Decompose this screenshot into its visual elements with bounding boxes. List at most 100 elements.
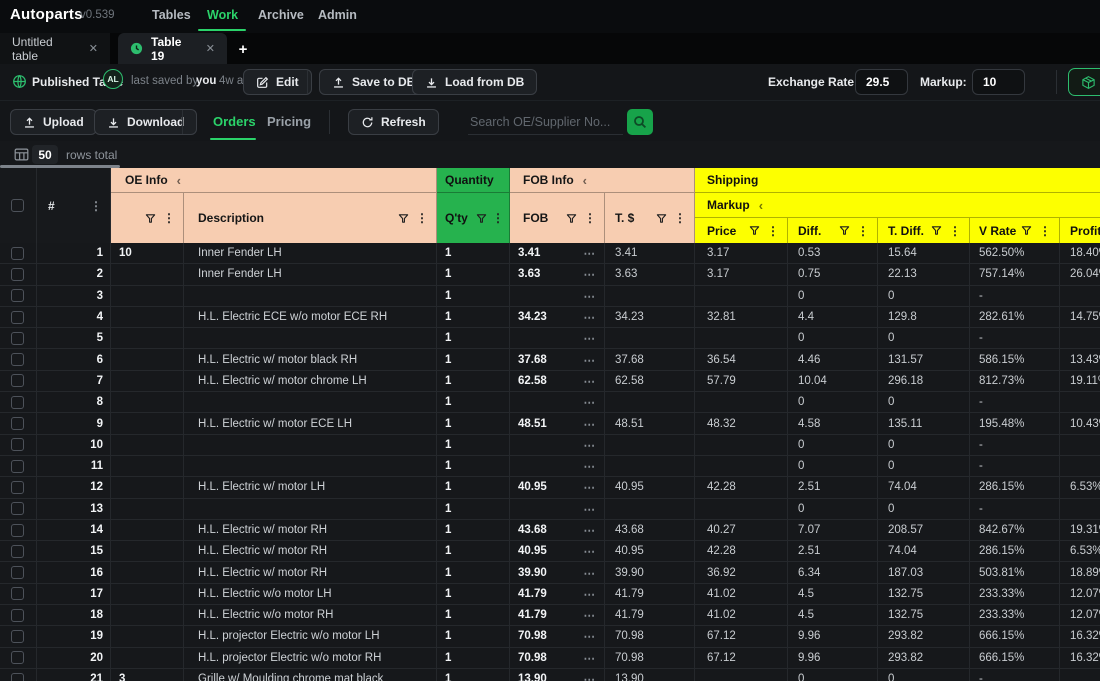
cell-tdiff[interactable]: 0 [878, 434, 970, 455]
cell-fob[interactable]: ⋯ [510, 285, 605, 306]
row-checkbox[interactable] [11, 374, 24, 388]
cell-profit[interactable] [1060, 456, 1100, 476]
cell-oe[interactable]: 3 [111, 668, 184, 681]
cell-vrate[interactable]: 233.33% [970, 583, 1060, 605]
cell-ts[interactable] [605, 285, 695, 306]
column-menu-icon[interactable]: ⋮ [767, 224, 779, 238]
cell-n[interactable]: 4 [37, 306, 111, 328]
cell-oe[interactable] [111, 477, 184, 498]
cell-desc[interactable]: Inner Fender LH [184, 264, 437, 285]
cell-diff[interactable]: 4.5 [788, 583, 878, 605]
cell-n[interactable]: 10 [37, 434, 111, 455]
select-all-checkbox[interactable] [11, 199, 24, 212]
cell-price[interactable]: 57.79 [695, 370, 788, 392]
cell-qty[interactable]: 1 [437, 668, 510, 681]
column-header-t-dollar[interactable]: T. $ ⋮ [605, 193, 695, 243]
row-checkbox[interactable] [11, 395, 24, 409]
row-checkbox[interactable] [11, 246, 24, 260]
collapse-group-icon[interactable]: ‹ [583, 173, 587, 188]
cell-ts[interactable] [605, 328, 695, 349]
cell-qty[interactable]: 1 [437, 605, 510, 626]
cell-vrate[interactable]: 503.81% [970, 562, 1060, 583]
row-actions-ellipsis[interactable]: ⋯ [584, 459, 605, 473]
cell-profit[interactable] [1060, 328, 1100, 348]
cell-n[interactable]: 6 [37, 349, 111, 370]
cell-qty[interactable]: 1 [437, 306, 510, 328]
row-checkbox[interactable] [11, 502, 24, 516]
row-actions-ellipsis[interactable]: ⋯ [584, 608, 605, 622]
cell-ts[interactable]: 40.95 [605, 477, 695, 498]
cell-oe[interactable] [111, 413, 184, 434]
cell-tdiff[interactable]: 0 [878, 285, 970, 306]
column-menu-icon[interactable]: ⋮ [1039, 224, 1051, 238]
cell-ts[interactable]: 41.79 [605, 605, 695, 626]
group-header-markup[interactable]: Markup ‹ [695, 193, 1100, 218]
filter-icon[interactable] [145, 213, 156, 224]
cell-tdiff[interactable]: 74.04 [878, 477, 970, 498]
cell-price[interactable]: 36.54 [695, 349, 788, 370]
cell-fob[interactable]: ⋯ [510, 434, 605, 455]
cell-ts[interactable]: 40.95 [605, 541, 695, 562]
cell-qty[interactable]: 1 [437, 434, 510, 455]
cell-price[interactable] [695, 498, 788, 519]
cell-tdiff[interactable]: 74.04 [878, 541, 970, 562]
cell-vrate[interactable]: - [970, 455, 1060, 477]
row-actions-ellipsis[interactable]: ⋯ [584, 544, 605, 558]
cell-fob[interactable]: ⋯ [510, 392, 605, 413]
cell-ts[interactable]: 3.63 [605, 264, 695, 285]
cell-oe[interactable] [111, 306, 184, 328]
cell-fob[interactable]: 40.95 ⋯ [510, 541, 605, 562]
cell-fob[interactable]: 70.98 ⋯ [510, 647, 605, 668]
cell-vrate[interactable]: 842.67% [970, 519, 1060, 541]
cell-n[interactable]: 13 [37, 498, 111, 519]
cell-fob[interactable]: 70.98 ⋯ [510, 626, 605, 647]
cell-vrate[interactable]: 586.15% [970, 349, 1060, 370]
row-actions-ellipsis[interactable]: ⋯ [584, 480, 605, 494]
column-menu-icon[interactable]: ⋮ [584, 211, 596, 225]
cell-diff[interactable]: 9.96 [788, 626, 878, 647]
cell-desc[interactable] [184, 392, 437, 413]
row-actions-ellipsis[interactable]: ⋯ [584, 523, 605, 537]
cell-n[interactable]: 11 [37, 455, 111, 477]
cell-vrate[interactable]: - [970, 434, 1060, 455]
row-actions-ellipsis[interactable]: ⋯ [584, 310, 605, 324]
cell-price[interactable] [695, 455, 788, 477]
cell-oe[interactable] [111, 434, 184, 455]
cell-diff[interactable]: 0 [788, 498, 878, 519]
row-checkbox[interactable] [11, 566, 24, 580]
row-actions-ellipsis[interactable]: ⋯ [584, 502, 605, 516]
cell-fob[interactable]: 3.41 ⋯ [510, 243, 605, 264]
cell-desc[interactable]: H.L. Electric w/ motor RH [184, 541, 437, 562]
close-icon[interactable]: ✕ [89, 42, 98, 55]
cell-price[interactable] [695, 392, 788, 413]
cell-price[interactable]: 41.02 [695, 605, 788, 626]
cell-fob[interactable]: ⋯ [510, 455, 605, 477]
column-header-oe-number[interactable]: ⋮ [111, 193, 184, 243]
cell-desc[interactable]: H.L. Electric w/ motor black RH [184, 349, 437, 370]
column-menu-icon[interactable]: ⋮ [492, 211, 504, 225]
cell-n[interactable]: 7 [37, 370, 111, 392]
cell-oe[interactable] [111, 285, 184, 306]
cell-qty[interactable]: 1 [437, 413, 510, 434]
cell-n[interactable]: 19 [37, 626, 111, 647]
cell-desc[interactable] [184, 285, 437, 306]
cell-oe[interactable] [111, 349, 184, 370]
column-header-price[interactable]: Price ⋮ [695, 218, 788, 243]
cell-profit[interactable]: 26.04% [1060, 264, 1100, 284]
filter-icon[interactable] [1021, 225, 1032, 236]
edit-button[interactable]: Edit [243, 69, 312, 95]
cell-n[interactable]: 5 [37, 328, 111, 349]
group-header-shipping[interactable]: Shipping [695, 168, 1100, 193]
cell-vrate[interactable]: 286.15% [970, 477, 1060, 498]
exchange-rate-input[interactable] [855, 69, 908, 95]
tab-pricing[interactable]: Pricing [267, 114, 311, 129]
cell-diff[interactable]: 0 [788, 668, 878, 681]
cell-profit[interactable]: 10.43% [1060, 413, 1100, 433]
cell-desc[interactable] [184, 498, 437, 519]
cell-vrate[interactable]: 562.50% [970, 243, 1060, 264]
cell-qty[interactable]: 1 [437, 562, 510, 583]
cell-desc[interactable]: Grille w/ Moulding chrome mat black [184, 668, 437, 681]
cell-profit[interactable]: 12.07% [1060, 605, 1100, 625]
row-actions-ellipsis[interactable]: ⋯ [584, 438, 605, 452]
cell-qty[interactable]: 1 [437, 285, 510, 306]
